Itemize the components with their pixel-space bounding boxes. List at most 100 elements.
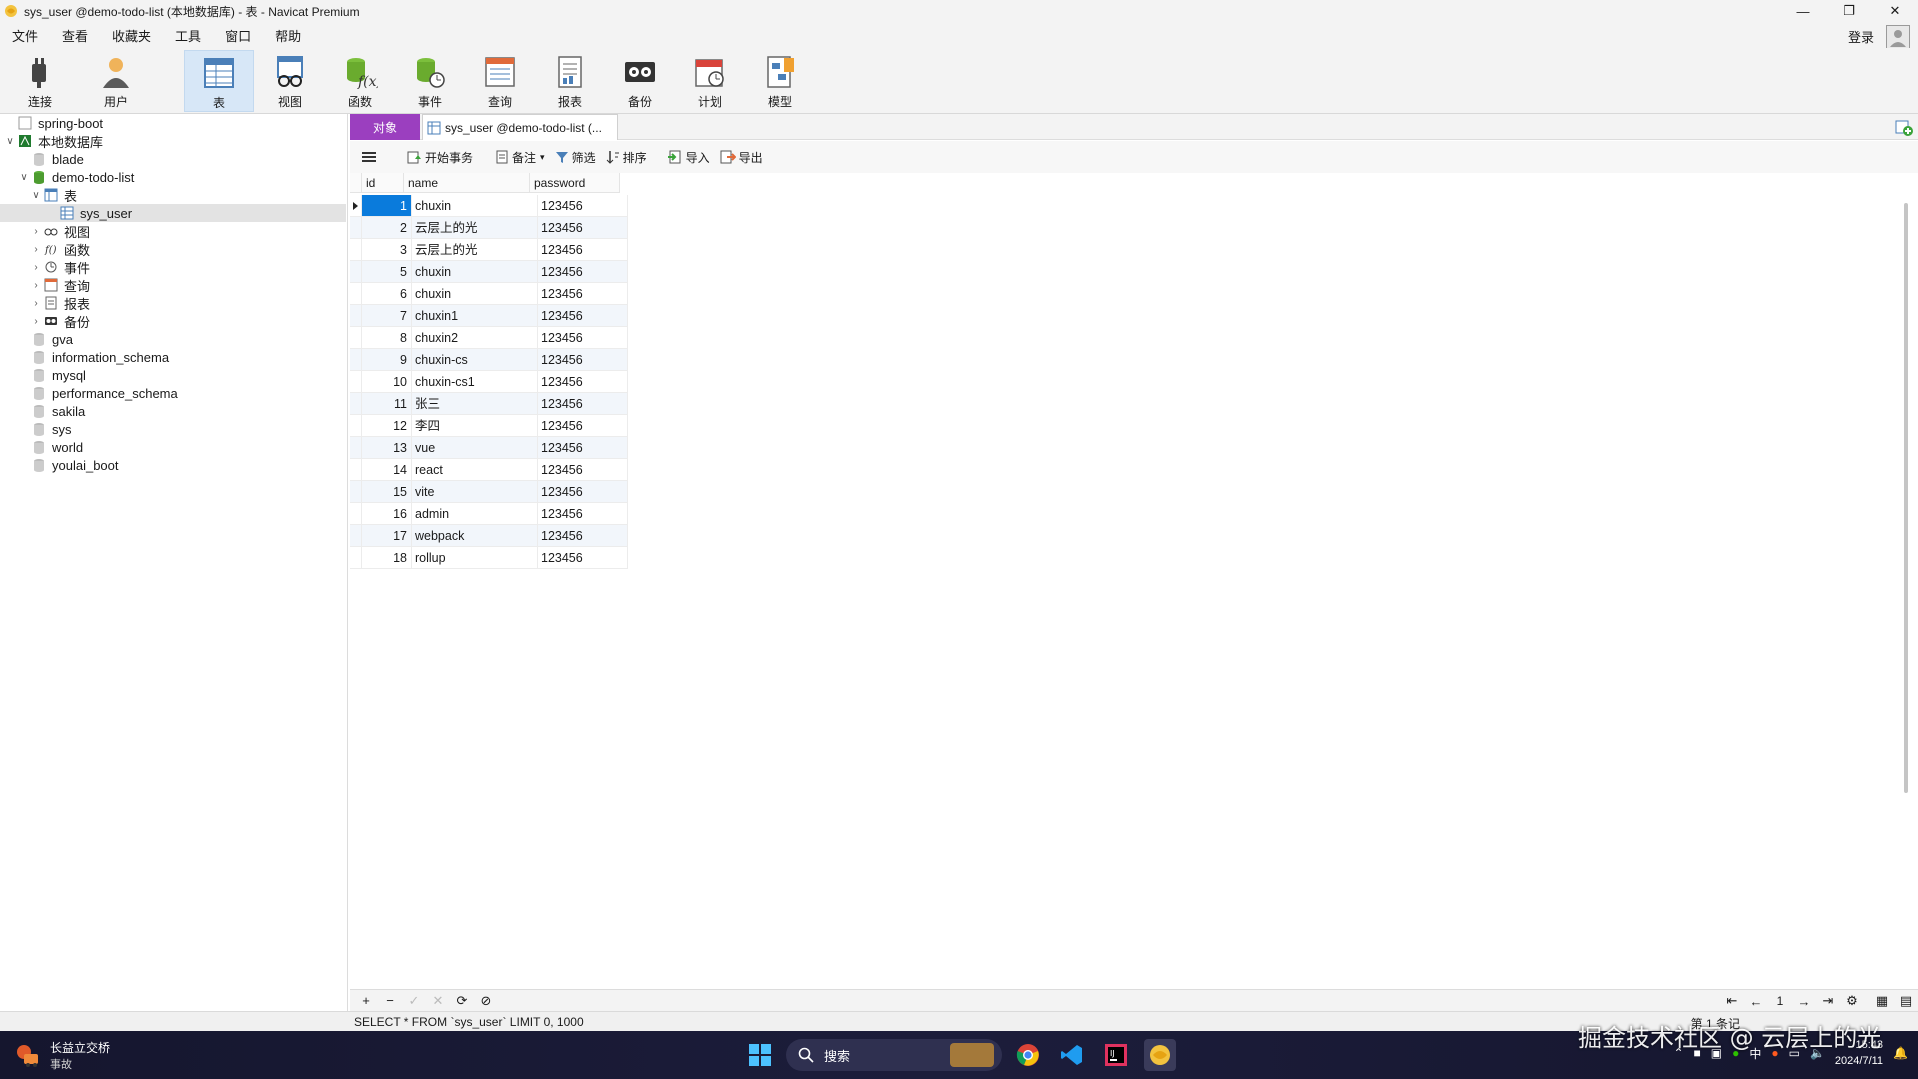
memo-button[interactable]: 备注 ▾	[495, 149, 545, 166]
navicat-taskbar-icon[interactable]	[1144, 1039, 1176, 1071]
query-button[interactable]: 查询	[468, 50, 532, 112]
hamburger-menu-icon[interactable]	[362, 151, 376, 163]
menu-file[interactable]: 文件	[0, 26, 50, 45]
row-indicator[interactable]	[350, 525, 362, 547]
row-indicator[interactable]	[350, 503, 362, 525]
cell-password[interactable]: 123456	[538, 481, 628, 503]
menu-favorites[interactable]: 收藏夹	[100, 26, 163, 45]
menu-help[interactable]: 帮助	[263, 26, 313, 45]
table-row[interactable]: 6 chuxin 123456	[350, 283, 628, 305]
tab-sys-user[interactable]: sys_user @demo-todo-list (...	[422, 114, 618, 140]
table-row[interactable]: 13 vue 123456	[350, 437, 628, 459]
column-header-password[interactable]: password	[530, 173, 620, 193]
column-header-id[interactable]: id	[362, 173, 404, 193]
current-row-indicator-icon[interactable]	[350, 195, 362, 217]
table-row[interactable]: 8 chuxin2 123456	[350, 327, 628, 349]
tree-db-information-schema[interactable]: information_schema	[0, 348, 346, 366]
sort-button[interactable]: 排序	[606, 149, 647, 166]
tree-conn-spring-boot[interactable]: spring-boot	[0, 114, 346, 132]
tree-db-sys[interactable]: sys	[0, 420, 346, 438]
cell-name[interactable]: chuxin2	[412, 327, 538, 349]
table-row[interactable]: 10 chuxin-cs1 123456	[350, 371, 628, 393]
table-row[interactable]: 15 vite 123456	[350, 481, 628, 503]
cell-password[interactable]: 123456	[538, 459, 628, 481]
row-indicator[interactable]	[350, 481, 362, 503]
function-button[interactable]: f(x) 函数	[328, 50, 392, 112]
model-button[interactable]: 模型	[748, 50, 812, 112]
cell-name[interactable]: chuxin	[412, 283, 538, 305]
cell-id[interactable]: 16	[362, 503, 412, 525]
chevron-down-icon[interactable]: ▾	[540, 152, 545, 163]
report-button[interactable]: 报表	[538, 50, 602, 112]
table-row[interactable]: 2 云层上的光 123456	[350, 217, 628, 239]
export-button[interactable]: 导出	[720, 149, 763, 166]
cell-password[interactable]: 123456	[538, 261, 628, 283]
chevron-down-icon[interactable]: ∨	[18, 172, 30, 183]
taskbar-search[interactable]: 搜索	[786, 1039, 1002, 1071]
cell-password[interactable]: 123456	[538, 327, 628, 349]
cell-id[interactable]: 7	[362, 305, 412, 327]
tree-folder-backups[interactable]: › 备份	[0, 312, 346, 330]
cell-password[interactable]: 123456	[538, 305, 628, 327]
weather-widget[interactable]: 长益立交桥 事故	[14, 1039, 110, 1072]
tree-folder-queries[interactable]: › 查询	[0, 276, 346, 294]
prev-page-icon[interactable]: ←	[1744, 994, 1768, 1009]
row-indicator[interactable]	[350, 349, 362, 371]
cell-password[interactable]: 123456	[538, 371, 628, 393]
tree-folder-functions[interactable]: › f() 函数	[0, 240, 346, 258]
cell-name[interactable]: 李四	[412, 415, 538, 437]
tree-db-youlai-boot[interactable]: youlai_boot	[0, 456, 346, 474]
tree-folder-views[interactable]: › 视图	[0, 222, 346, 240]
intellij-icon[interactable]: IJ	[1100, 1039, 1132, 1071]
new-tab-icon[interactable]	[1894, 117, 1914, 137]
tree-db-world[interactable]: world	[0, 438, 346, 456]
table-row[interactable]: 18 rollup 123456	[350, 547, 628, 569]
cell-name[interactable]: webpack	[412, 525, 538, 547]
cell-name[interactable]: chuxin-cs1	[412, 371, 538, 393]
table-row[interactable]: 7 chuxin1 123456	[350, 305, 628, 327]
table-row[interactable]: 9 chuxin-cs 123456	[350, 349, 628, 371]
cell-id[interactable]: 18	[362, 547, 412, 569]
cell-password[interactable]: 123456	[538, 503, 628, 525]
row-indicator[interactable]	[350, 415, 362, 437]
row-indicator[interactable]	[350, 371, 362, 393]
tree-folder-reports[interactable]: › 报表	[0, 294, 346, 312]
cell-id[interactable]: 9	[362, 349, 412, 371]
event-button[interactable]: 事件	[398, 50, 462, 112]
chevron-right-icon[interactable]: ›	[30, 262, 42, 273]
cell-id[interactable]: 2	[362, 217, 412, 239]
table-row[interactable]: 14 react 123456	[350, 459, 628, 481]
table-row[interactable]: 12 李四 123456	[350, 415, 628, 437]
row-indicator[interactable]	[350, 327, 362, 349]
cell-password[interactable]: 123456	[538, 349, 628, 371]
cell-name[interactable]: vue	[412, 437, 538, 459]
next-page-icon[interactable]: →	[1792, 994, 1816, 1009]
cell-password[interactable]: 123456	[538, 195, 628, 217]
chevron-down-icon[interactable]: ∨	[4, 136, 16, 147]
page-number[interactable]: 1	[1768, 994, 1792, 1008]
cell-password[interactable]: 123456	[538, 525, 628, 547]
tree-db-blade[interactable]: blade	[0, 150, 346, 168]
cell-id[interactable]: 15	[362, 481, 412, 503]
gear-icon[interactable]: ⚙	[1840, 993, 1864, 1009]
menu-view[interactable]: 查看	[50, 26, 100, 45]
chevron-right-icon[interactable]: ›	[30, 298, 42, 309]
tree-db-mysql[interactable]: mysql	[0, 366, 346, 384]
cell-id[interactable]: 13	[362, 437, 412, 459]
menu-tools[interactable]: 工具	[163, 26, 213, 45]
cell-name[interactable]: chuxin	[412, 261, 538, 283]
cell-name[interactable]: vite	[412, 481, 538, 503]
first-page-icon[interactable]: ⇤	[1720, 993, 1744, 1009]
cell-name[interactable]: 云层上的光	[412, 239, 538, 261]
schedule-button[interactable]: 计划	[678, 50, 742, 112]
table-button[interactable]: 表	[184, 50, 254, 112]
cell-id[interactable]: 12	[362, 415, 412, 437]
cell-name[interactable]: chuxin-cs	[412, 349, 538, 371]
windows-start-icon[interactable]	[744, 1039, 776, 1071]
login-link[interactable]: 登录	[1848, 27, 1874, 46]
cell-password[interactable]: 123456	[538, 283, 628, 305]
form-view-icon[interactable]: ▤	[1894, 993, 1918, 1009]
row-indicator[interactable]	[350, 459, 362, 481]
user-avatar-icon[interactable]	[1886, 25, 1910, 49]
chevron-right-icon[interactable]: ›	[30, 280, 42, 291]
